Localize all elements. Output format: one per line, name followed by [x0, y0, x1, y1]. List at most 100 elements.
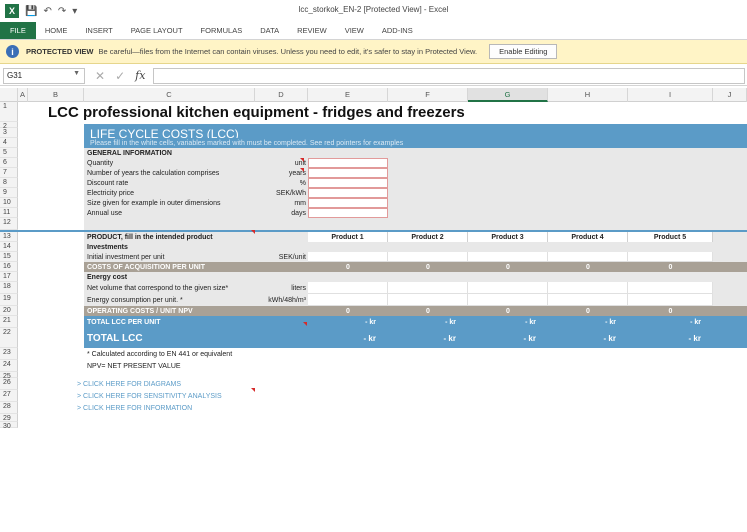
product-input[interactable]: [388, 282, 468, 294]
row-number[interactable]: 13: [0, 232, 18, 242]
row-number[interactable]: 24: [0, 360, 18, 372]
link-information[interactable]: > CLICK HERE FOR INFORMATION: [75, 402, 400, 414]
row-number[interactable]: 22: [0, 328, 18, 348]
product-input[interactable]: [628, 294, 713, 306]
general-unit: mm: [255, 198, 308, 208]
column-header-g[interactable]: G: [468, 88, 548, 102]
tab-insert[interactable]: INSERT: [76, 22, 121, 39]
column-header-i[interactable]: I: [628, 88, 713, 102]
column-header-d[interactable]: D: [255, 88, 308, 102]
column-header-a[interactable]: A: [18, 88, 28, 102]
row-number[interactable]: 30: [0, 422, 18, 430]
footnote-npv: NPV= NET PRESENT VALUE: [87, 362, 181, 370]
insert-function-icon[interactable]: fx: [135, 69, 145, 82]
row-number[interactable]: 10: [0, 198, 18, 208]
general-input[interactable]: [308, 208, 388, 218]
costs-acquisition-value: 0: [548, 262, 628, 272]
row-number[interactable]: 20: [0, 306, 18, 316]
row-number[interactable]: 16: [0, 262, 18, 272]
tab-formulas[interactable]: FORMULAS: [192, 22, 252, 39]
chevron-down-icon[interactable]: ▼: [73, 70, 80, 77]
excel-logo-icon[interactable]: X: [5, 4, 19, 18]
general-input[interactable]: [308, 188, 388, 198]
total-lcc-label: TOTAL LCC: [84, 328, 308, 348]
row-number[interactable]: 4: [0, 138, 18, 148]
general-input[interactable]: [308, 168, 388, 178]
product-input[interactable]: [468, 282, 548, 294]
product-input[interactable]: [468, 294, 548, 306]
general-input[interactable]: [308, 158, 388, 168]
row-number[interactable]: 7: [0, 168, 18, 178]
row-number[interactable]: 1: [0, 102, 18, 122]
product-input[interactable]: [468, 252, 548, 262]
product-column-header[interactable]: Product 2: [388, 232, 468, 242]
customize-icon[interactable]: ▾: [72, 6, 77, 17]
check-icon[interactable]: ✓: [115, 69, 125, 83]
redo-icon[interactable]: ↷: [58, 6, 66, 17]
row-number[interactable]: 9: [0, 188, 18, 198]
row-number[interactable]: 19: [0, 294, 18, 306]
row-number[interactable]: 26: [0, 378, 18, 390]
tab-view[interactable]: VIEW: [336, 22, 373, 39]
row-number[interactable]: 27: [0, 390, 18, 402]
tab-home[interactable]: HOME: [36, 22, 77, 39]
tab-review[interactable]: REVIEW: [288, 22, 336, 39]
product-column-header[interactable]: Product 4: [548, 232, 628, 242]
product-column-header[interactable]: Product 5: [628, 232, 713, 242]
total-lcc-unit-label: TOTAL LCC PER UNIT: [84, 316, 308, 328]
select-all-corner[interactable]: [0, 88, 18, 102]
product-input[interactable]: [308, 252, 388, 262]
product-column-header[interactable]: Product 3: [468, 232, 548, 242]
undo-icon[interactable]: ↶: [43, 6, 51, 17]
product-input[interactable]: [548, 252, 628, 262]
tab-page-layout[interactable]: PAGE LAYOUT: [122, 22, 192, 39]
tab-add-ins[interactable]: ADD-INS: [373, 22, 422, 39]
product-column-header[interactable]: Product 1: [308, 232, 388, 242]
row-4: 4 Please fill in the white cells, variabl…: [0, 138, 747, 148]
product-input[interactable]: [388, 294, 468, 306]
row-number[interactable]: 14: [0, 242, 18, 252]
product-input[interactable]: [628, 252, 713, 262]
row-number[interactable]: 6: [0, 158, 18, 168]
column-header-e[interactable]: E: [308, 88, 388, 102]
tab-data[interactable]: DATA: [251, 22, 288, 39]
row-number[interactable]: 21: [0, 316, 18, 328]
save-icon[interactable]: 💾: [25, 6, 37, 17]
tab-file[interactable]: FILE: [0, 22, 36, 39]
link-diagrams[interactable]: > CLICK HERE FOR DIAGRAMS: [75, 378, 400, 390]
total-lcc-unit-value: - kr: [628, 316, 713, 328]
row-number[interactable]: 23: [0, 348, 18, 360]
row-28: 28 > CLICK HERE FOR INFORMATION: [0, 402, 747, 414]
column-header-c[interactable]: C: [84, 88, 255, 102]
row-number[interactable]: 17: [0, 272, 18, 282]
general-input[interactable]: [308, 198, 388, 208]
row-number[interactable]: 12: [0, 218, 18, 230]
general-input[interactable]: [308, 178, 388, 188]
general-info-heading: GENERAL INFORMATION: [84, 148, 747, 158]
formula-input[interactable]: [153, 67, 745, 84]
product-heading-unit: [255, 232, 308, 242]
column-header-b[interactable]: B: [28, 88, 84, 102]
row-number[interactable]: 18: [0, 282, 18, 294]
row-number[interactable]: 15: [0, 252, 18, 262]
column-header-j[interactable]: J: [713, 88, 747, 102]
product-heading: PRODUCT, fill in the intended product: [84, 232, 255, 242]
cancel-icon[interactable]: ✕: [95, 69, 105, 83]
row-number[interactable]: 11: [0, 208, 18, 218]
row-number[interactable]: 28: [0, 402, 18, 414]
column-header-f[interactable]: F: [388, 88, 468, 102]
name-box[interactable]: G31 ▼: [3, 67, 85, 84]
row-number[interactable]: 3: [0, 128, 18, 138]
row-number[interactable]: 29: [0, 414, 18, 422]
product-input[interactable]: [628, 282, 713, 294]
column-header-h[interactable]: H: [548, 88, 628, 102]
row-number[interactable]: 5: [0, 148, 18, 158]
enable-editing-button[interactable]: Enable Editing: [489, 44, 558, 59]
product-input[interactable]: [308, 282, 388, 294]
product-input[interactable]: [548, 294, 628, 306]
row-number[interactable]: 8: [0, 178, 18, 188]
product-input[interactable]: [388, 252, 468, 262]
link-sensitivity-analysis[interactable]: > CLICK HERE FOR SENSITIVITY ANALYSIS: [75, 390, 400, 402]
product-input[interactable]: [308, 294, 388, 306]
product-input[interactable]: [548, 282, 628, 294]
